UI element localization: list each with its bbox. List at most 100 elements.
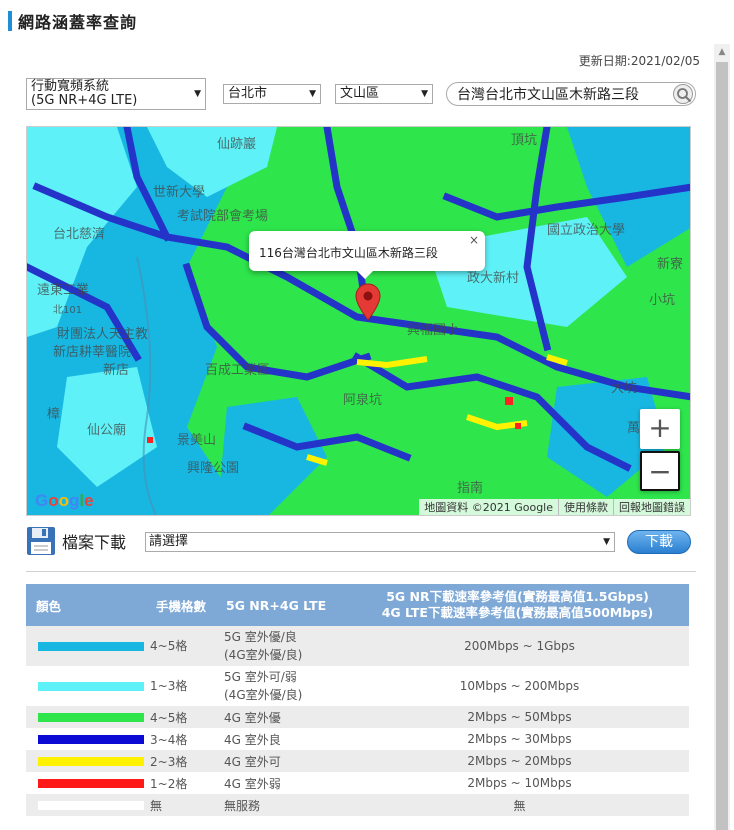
map-label: 北101 [53, 305, 83, 316]
download-label: 檔案下載 [62, 533, 127, 552]
map-label: 小坑 [649, 293, 676, 308]
legend-bars: 4~5格 [146, 706, 220, 728]
legend-header-5g-speed: 5G NR下載速率參考值(實務最高值1.5Gbps) [386, 589, 649, 604]
download-file-select[interactable]: 請選擇 ▼ [145, 532, 615, 552]
legend-tech: 5G 室外優/良 (4G室外優/良) [220, 626, 346, 666]
location-popup: 116台灣台北市文山區木新路三段 × [249, 231, 485, 279]
chevron-down-icon: ▼ [603, 537, 610, 547]
map-label: 阿泉坑 [343, 393, 383, 408]
scroll-up-icon[interactable]: ▲ [714, 44, 730, 60]
map-label: 台北慈濟 [53, 227, 106, 242]
map-label: 新店耕莘醫院 [53, 345, 132, 360]
color-swatch [38, 642, 144, 651]
legend-color-cell [26, 706, 146, 728]
address-search-input[interactable] [447, 83, 667, 105]
legend-tech-line2: (4G室外優/良) [224, 648, 303, 662]
map-label: 世新大學 [153, 185, 206, 200]
download-button[interactable]: 下載 [627, 530, 691, 554]
zoom-out-button[interactable]: − [640, 451, 680, 491]
map-label: 景美山 [177, 433, 217, 448]
report-error-link[interactable]: 回報地圖錯誤 [613, 499, 690, 515]
legend-header-bars: 手機格數 [146, 584, 220, 626]
popup-tail [357, 271, 373, 279]
district-select[interactable]: 文山區 ▼ [335, 84, 433, 104]
legend-bars: 2~3格 [146, 750, 220, 772]
legend-speed: 2Mbps ~ 30Mbps [467, 732, 572, 746]
city-select-value: 台北市 [228, 86, 268, 101]
legend-bars: 無 [146, 794, 220, 816]
legend-tech: 4G 室外優 [220, 706, 346, 728]
legend-header-tech: 5G NR+4G LTE [220, 584, 346, 626]
legend-header-color: 顏色 [26, 584, 146, 626]
legend-bars: 1~2格 [150, 776, 188, 791]
terms-link[interactable]: 使用條款 [558, 499, 613, 515]
legend-row: 4~5格 4G 室外優 2Mbps ~ 50Mbps [26, 706, 689, 728]
legend-bars: 3~4格 [150, 732, 188, 747]
map-label: 考試院部會考場 [177, 209, 269, 224]
update-date: 更新日期:2021/02/05 [578, 54, 700, 68]
map-label: 遠東工業 [37, 283, 90, 298]
floppy-disk-icon [27, 527, 55, 555]
city-select[interactable]: 台北市 ▼ [223, 84, 321, 104]
legend-tech-line1: 5G 室外優/良 [224, 630, 297, 644]
legend-tech: 無服務 [220, 794, 346, 816]
legend-row: 2~3格 4G 室外可 2Mbps ~ 20Mbps [26, 750, 689, 772]
map-label: 仙公廟 [87, 423, 127, 438]
legend-color-cell [26, 794, 146, 816]
legend-tech: 4G 室外良 [224, 732, 281, 747]
legend-speed: 無 [346, 794, 689, 816]
scrollbar-thumb[interactable] [716, 62, 728, 830]
legend-color-cell [26, 728, 146, 750]
legend-tech-line2: (4G室外優/良) [224, 688, 303, 702]
legend-row: 1~3格 5G 室外可/弱 (4G室外優/良) 10Mbps ~ 200Mbps [26, 666, 689, 706]
legend-bars: 4~5格 [146, 626, 220, 666]
map-data-credit: 地圖資料 ©2021 Google [424, 501, 553, 514]
address-search [446, 82, 696, 106]
file-download: 檔案下載 請選擇 ▼ 下載 [26, 526, 691, 556]
legend-tech-line1: 5G 室外可/弱 [224, 670, 297, 684]
search-button[interactable] [673, 84, 693, 104]
color-swatch [38, 779, 144, 788]
color-swatch [38, 735, 144, 744]
district-select-value: 文山區 [340, 86, 380, 101]
vertical-scrollbar[interactable]: ▲ [714, 44, 730, 830]
page-title: 網路涵蓋率查詢 [8, 10, 137, 32]
map-label: 大坑 [611, 381, 638, 396]
coverage-map[interactable]: 仙跡巖 世新大學 考試院部會考場 台北慈濟 國立政治大學 遠東工業 北101 財… [26, 126, 691, 516]
page-title-text: 網路涵蓋率查詢 [18, 13, 138, 32]
legend-color-cell [26, 626, 146, 666]
legend-tech: 4G 室外可 [220, 750, 346, 772]
legend-row: 無 無服務 無 [26, 794, 689, 816]
legend-speed: 200Mbps ~ 1Gbps [346, 626, 689, 666]
zoom-in-button[interactable]: + [640, 409, 680, 449]
map-label: 財團法人天主教 [57, 327, 149, 342]
map-label: 興隆公園 [187, 461, 240, 476]
search-icon [677, 88, 692, 103]
legend-speed: 10Mbps ~ 200Mbps [459, 679, 580, 693]
legend-tech: 5G 室外可/弱 (4G室外優/良) [220, 666, 346, 706]
map-label: 國立政治大學 [547, 223, 626, 238]
close-icon[interactable]: × [469, 233, 479, 247]
system-select-line2: (5G NR+4G LTE) [31, 93, 138, 108]
coverage-map-tiles [27, 127, 690, 515]
query-controls: 行動寬頻系統 (5G NR+4G LTE) ▼ 台北市 ▼ 文山區 ▼ [26, 78, 696, 112]
section-divider [26, 571, 696, 572]
location-pin-icon[interactable] [355, 283, 381, 321]
coverage-legend-table: 顏色 手機格數 5G NR+4G LTE 5G NR下載速率參考值(實務最高值1… [26, 584, 689, 816]
map-label: 興福國小 [407, 323, 460, 338]
popup-address: 116台灣台北市文山區木新路三段 [259, 246, 438, 260]
legend-speed: 2Mbps ~ 20Mbps [346, 750, 689, 772]
google-logo: Google [35, 491, 94, 510]
map-label: 仙跡巖 [217, 137, 257, 152]
legend-speed: 2Mbps ~ 10Mbps [467, 776, 572, 790]
legend-row: 3~4格 4G 室外良 2Mbps ~ 30Mbps [26, 728, 689, 750]
system-select-line1: 行動寬頻系統 [31, 79, 110, 94]
color-swatch [38, 757, 144, 766]
legend-tech: 4G 室外弱 [224, 776, 281, 791]
title-accent-bar [8, 11, 12, 31]
color-swatch [38, 713, 144, 722]
system-select[interactable]: 行動寬頻系統 (5G NR+4G LTE) ▼ [26, 78, 206, 110]
color-swatch [38, 682, 144, 691]
legend-color-cell [26, 666, 146, 706]
chevron-down-icon: ▼ [194, 89, 201, 99]
